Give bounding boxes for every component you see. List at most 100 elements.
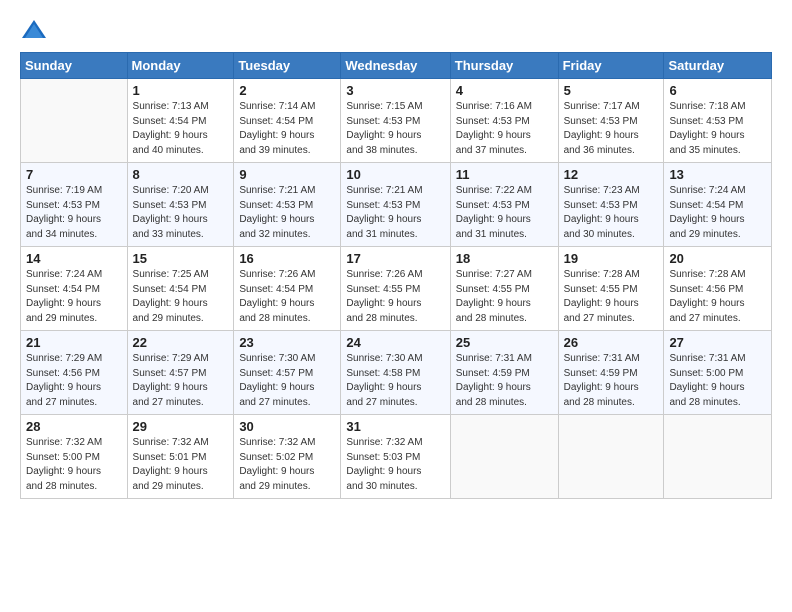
header xyxy=(20,16,772,44)
day-info: Sunrise: 7:28 AM Sunset: 4:56 PM Dayligh… xyxy=(669,268,766,326)
calendar-week-row: 21 Sunrise: 7:29 AM Sunset: 4:56 PM Dayli… xyxy=(21,331,772,415)
day-info: Sunrise: 7:31 AM Sunset: 4:59 PM Dayligh… xyxy=(456,352,553,410)
calendar-cell: 27 Sunrise: 7:31 AM Sunset: 5:00 PM Dayli… xyxy=(664,331,772,415)
day-info: Sunrise: 7:19 AM Sunset: 4:53 PM Dayligh… xyxy=(26,184,122,242)
day-number: 6 xyxy=(669,83,766,98)
day-number: 22 xyxy=(133,335,229,350)
calendar-cell: 4Sunrise: 7:16 AM Sunset: 4:53 PM Daylig… xyxy=(450,79,558,163)
day-number: 11 xyxy=(456,167,553,182)
day-info: Sunrise: 7:21 AM Sunset: 4:53 PM Dayligh… xyxy=(346,184,444,242)
day-info: Sunrise: 7:32 AM Sunset: 5:01 PM Dayligh… xyxy=(133,436,229,494)
day-number: 7 xyxy=(26,167,122,182)
day-info: Sunrise: 7:25 AM Sunset: 4:54 PM Dayligh… xyxy=(133,268,229,326)
day-info: Sunrise: 7:22 AM Sunset: 4:53 PM Dayligh… xyxy=(456,184,553,242)
day-number: 16 xyxy=(239,251,335,266)
day-number: 27 xyxy=(669,335,766,350)
day-info: Sunrise: 7:24 AM Sunset: 4:54 PM Dayligh… xyxy=(669,184,766,242)
day-info: Sunrise: 7:18 AM Sunset: 4:53 PM Dayligh… xyxy=(669,100,766,158)
day-number: 9 xyxy=(239,167,335,182)
day-number: 26 xyxy=(564,335,659,350)
calendar-cell: 15Sunrise: 7:25 AM Sunset: 4:54 PM Dayli… xyxy=(127,247,234,331)
calendar-cell: 12 Sunrise: 7:23 AM Sunset: 4:53 PM Dayli… xyxy=(558,163,664,247)
calendar-cell xyxy=(558,415,664,499)
logo xyxy=(20,16,52,44)
calendar-cell: 1 Sunrise: 7:13 AM Sunset: 4:54 PM Daylig… xyxy=(127,79,234,163)
day-number: 29 xyxy=(133,419,229,434)
day-number: 19 xyxy=(564,251,659,266)
calendar-cell: 11 Sunrise: 7:22 AM Sunset: 4:53 PM Dayli… xyxy=(450,163,558,247)
day-number: 13 xyxy=(669,167,766,182)
day-info: Sunrise: 7:31 AM Sunset: 5:00 PM Dayligh… xyxy=(669,352,766,410)
day-info: Sunrise: 7:13 AM Sunset: 4:54 PM Dayligh… xyxy=(133,100,229,158)
calendar-cell: 13 Sunrise: 7:24 AM Sunset: 4:54 PM Dayli… xyxy=(664,163,772,247)
day-number: 31 xyxy=(346,419,444,434)
day-number: 21 xyxy=(26,335,122,350)
calendar-cell: 24Sunrise: 7:30 AM Sunset: 4:58 PM Dayli… xyxy=(341,331,450,415)
day-info: Sunrise: 7:30 AM Sunset: 4:58 PM Dayligh… xyxy=(346,352,444,410)
day-number: 18 xyxy=(456,251,553,266)
day-info: Sunrise: 7:27 AM Sunset: 4:55 PM Dayligh… xyxy=(456,268,553,326)
day-number: 3 xyxy=(346,83,444,98)
day-number: 2 xyxy=(239,83,335,98)
logo-icon xyxy=(20,16,48,44)
calendar-cell: 5Sunrise: 7:17 AM Sunset: 4:53 PM Daylig… xyxy=(558,79,664,163)
page: SundayMondayTuesdayWednesdayThursdayFrid… xyxy=(0,0,792,612)
calendar-cell xyxy=(664,415,772,499)
day-info: Sunrise: 7:28 AM Sunset: 4:55 PM Dayligh… xyxy=(564,268,659,326)
day-info: Sunrise: 7:24 AM Sunset: 4:54 PM Dayligh… xyxy=(26,268,122,326)
calendar-week-row: 28 Sunrise: 7:32 AM Sunset: 5:00 PM Dayli… xyxy=(21,415,772,499)
day-info: Sunrise: 7:21 AM Sunset: 4:53 PM Dayligh… xyxy=(239,184,335,242)
day-number: 28 xyxy=(26,419,122,434)
day-info: Sunrise: 7:32 AM Sunset: 5:03 PM Dayligh… xyxy=(346,436,444,494)
calendar-cell: 29 Sunrise: 7:32 AM Sunset: 5:01 PM Dayli… xyxy=(127,415,234,499)
calendar-cell: 21 Sunrise: 7:29 AM Sunset: 4:56 PM Dayli… xyxy=(21,331,128,415)
day-info: Sunrise: 7:31 AM Sunset: 4:59 PM Dayligh… xyxy=(564,352,659,410)
calendar-day-header: Monday xyxy=(127,53,234,79)
calendar-cell: 31 Sunrise: 7:32 AM Sunset: 5:03 PM Dayli… xyxy=(341,415,450,499)
calendar-cell: 7 Sunrise: 7:19 AM Sunset: 4:53 PM Daylig… xyxy=(21,163,128,247)
calendar-cell: 22Sunrise: 7:29 AM Sunset: 4:57 PM Dayli… xyxy=(127,331,234,415)
day-info: Sunrise: 7:14 AM Sunset: 4:54 PM Dayligh… xyxy=(239,100,335,158)
day-info: Sunrise: 7:26 AM Sunset: 4:54 PM Dayligh… xyxy=(239,268,335,326)
calendar-cell: 3 Sunrise: 7:15 AM Sunset: 4:53 PM Daylig… xyxy=(341,79,450,163)
calendar-cell: 16 Sunrise: 7:26 AM Sunset: 4:54 PM Dayli… xyxy=(234,247,341,331)
calendar-day-header: Wednesday xyxy=(341,53,450,79)
day-number: 17 xyxy=(346,251,444,266)
calendar-cell: 6 Sunrise: 7:18 AM Sunset: 4:53 PM Daylig… xyxy=(664,79,772,163)
calendar-day-header: Saturday xyxy=(664,53,772,79)
day-number: 8 xyxy=(133,167,229,182)
day-info: Sunrise: 7:20 AM Sunset: 4:53 PM Dayligh… xyxy=(133,184,229,242)
calendar-cell: 18 Sunrise: 7:27 AM Sunset: 4:55 PM Dayli… xyxy=(450,247,558,331)
calendar-day-header: Tuesday xyxy=(234,53,341,79)
day-info: Sunrise: 7:17 AM Sunset: 4:53 PM Dayligh… xyxy=(564,100,659,158)
day-number: 20 xyxy=(669,251,766,266)
day-info: Sunrise: 7:23 AM Sunset: 4:53 PM Dayligh… xyxy=(564,184,659,242)
day-number: 25 xyxy=(456,335,553,350)
calendar-cell: 9 Sunrise: 7:21 AM Sunset: 4:53 PM Daylig… xyxy=(234,163,341,247)
calendar-day-header: Sunday xyxy=(21,53,128,79)
calendar-cell: 17Sunrise: 7:26 AM Sunset: 4:55 PM Dayli… xyxy=(341,247,450,331)
day-number: 12 xyxy=(564,167,659,182)
calendar-cell xyxy=(21,79,128,163)
calendar-cell: 23Sunrise: 7:30 AM Sunset: 4:57 PM Dayli… xyxy=(234,331,341,415)
calendar-week-row: 7 Sunrise: 7:19 AM Sunset: 4:53 PM Daylig… xyxy=(21,163,772,247)
day-number: 14 xyxy=(26,251,122,266)
day-info: Sunrise: 7:29 AM Sunset: 4:56 PM Dayligh… xyxy=(26,352,122,410)
calendar-cell: 30Sunrise: 7:32 AM Sunset: 5:02 PM Dayli… xyxy=(234,415,341,499)
calendar-day-header: Thursday xyxy=(450,53,558,79)
calendar-cell: 14 Sunrise: 7:24 AM Sunset: 4:54 PM Dayli… xyxy=(21,247,128,331)
calendar-cell: 28 Sunrise: 7:32 AM Sunset: 5:00 PM Dayli… xyxy=(21,415,128,499)
calendar-week-row: 1 Sunrise: 7:13 AM Sunset: 4:54 PM Daylig… xyxy=(21,79,772,163)
calendar-week-row: 14 Sunrise: 7:24 AM Sunset: 4:54 PM Dayli… xyxy=(21,247,772,331)
calendar-cell: 26 Sunrise: 7:31 AM Sunset: 4:59 PM Dayli… xyxy=(558,331,664,415)
calendar-header-row: SundayMondayTuesdayWednesdayThursdayFrid… xyxy=(21,53,772,79)
day-info: Sunrise: 7:15 AM Sunset: 4:53 PM Dayligh… xyxy=(346,100,444,158)
calendar-cell: 25 Sunrise: 7:31 AM Sunset: 4:59 PM Dayli… xyxy=(450,331,558,415)
day-number: 1 xyxy=(133,83,229,98)
calendar: SundayMondayTuesdayWednesdayThursdayFrid… xyxy=(20,52,772,499)
calendar-cell: 2 Sunrise: 7:14 AM Sunset: 4:54 PM Daylig… xyxy=(234,79,341,163)
calendar-cell: 19 Sunrise: 7:28 AM Sunset: 4:55 PM Dayli… xyxy=(558,247,664,331)
day-info: Sunrise: 7:32 AM Sunset: 5:00 PM Dayligh… xyxy=(26,436,122,494)
day-number: 30 xyxy=(239,419,335,434)
calendar-cell: 20 Sunrise: 7:28 AM Sunset: 4:56 PM Dayli… xyxy=(664,247,772,331)
